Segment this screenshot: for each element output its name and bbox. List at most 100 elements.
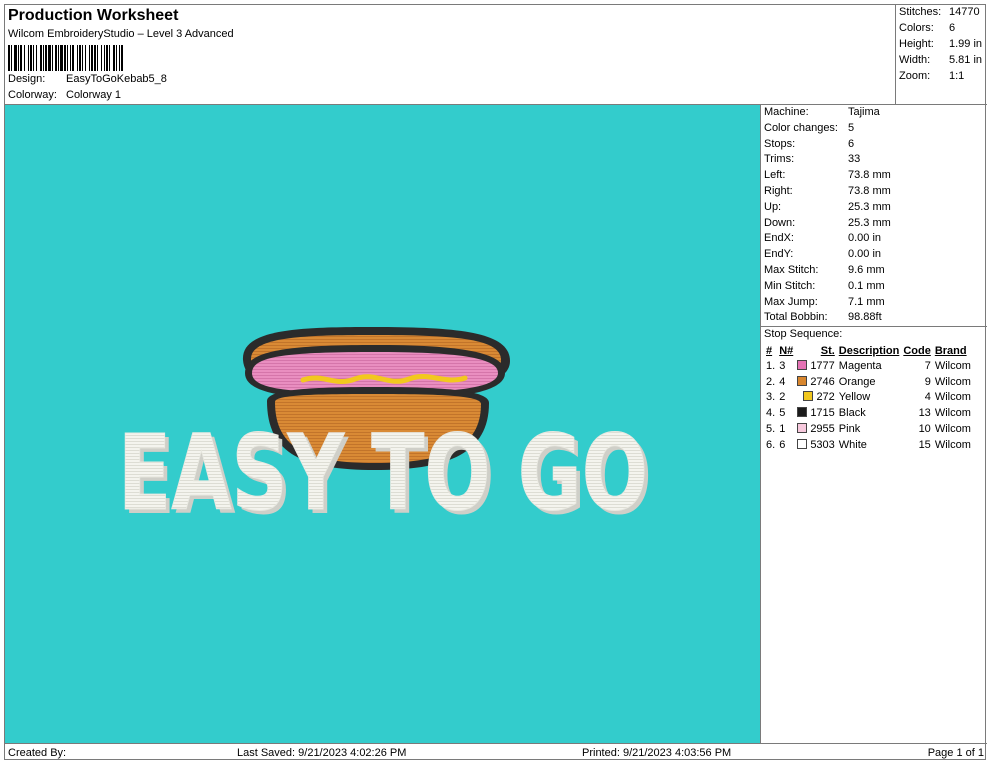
machine-info-label: Left: xyxy=(764,169,786,182)
stat-width-label: Width: xyxy=(899,54,931,66)
machine-info-row: Machine: Tajima xyxy=(764,106,880,118)
row-stitches-cell: 1777 xyxy=(795,358,837,374)
machine-info-label: Machine: xyxy=(764,106,809,118)
color-swatch xyxy=(797,359,808,370)
machine-info-value: Tajima xyxy=(848,106,880,118)
row-needle: 6 xyxy=(779,438,786,451)
page-number: Page 1 of 1 xyxy=(927,747,984,759)
machine-info-label: Min Stitch: xyxy=(764,279,816,292)
colorway-row: Colorway: Colorway 1 xyxy=(8,89,121,101)
machine-info-value: 73.8 mm xyxy=(848,185,891,197)
embroidery-design-artwork: EASY TO GO EASY TO GO xyxy=(118,327,653,539)
row-brand: Wilcom xyxy=(934,407,971,420)
row-needle: 3 xyxy=(779,359,786,372)
machine-info-row: EndX: 0.00 in xyxy=(764,232,881,244)
row-brand: Wilcom xyxy=(934,438,971,451)
colorway-label: Colorway: xyxy=(8,89,57,101)
row-stitches-cell: 5303 xyxy=(795,437,837,453)
stat-stitches-label: Stitches: xyxy=(899,6,942,18)
machine-info-panel: Machine: Tajima Color changes: 5 Stops: 6 Trim… xyxy=(761,105,987,743)
row-stitches-cell: 1715 xyxy=(795,405,837,421)
row-num: 2. xyxy=(766,375,776,388)
machine-info-value: 5 xyxy=(848,121,855,134)
design-value: EasyToGoKebab5_8 xyxy=(66,73,167,85)
row-stitches-cell: 2955 xyxy=(795,421,837,437)
row-num: 5. xyxy=(766,423,776,436)
table-row: 4. 5 1715 Black 13 Wilcom xyxy=(764,405,973,421)
machine-info-label: Max Jump: xyxy=(764,295,818,308)
design-row: Design: EasyToGoKebab5_8 xyxy=(8,73,167,85)
machine-info-label: Trims: xyxy=(764,153,795,166)
machine-info-value: 25.3 mm xyxy=(848,216,891,229)
machine-info-value: 33 xyxy=(848,153,861,166)
row-stitches: 1777 xyxy=(810,359,835,372)
row-brand: Wilcom xyxy=(934,359,971,372)
row-needle: 5 xyxy=(779,407,786,420)
stop-sequence-title: Stop Sequence: xyxy=(764,328,843,340)
machine-info-value: 0.1 mm xyxy=(848,279,885,292)
stat-zoom-label: Zoom: xyxy=(899,70,931,82)
row-num: 3. xyxy=(766,391,776,404)
row-needle: 1 xyxy=(779,423,786,436)
row-brand: Wilcom xyxy=(934,391,971,404)
easy-to-go-text: EASY TO GO EASY TO GO xyxy=(118,412,653,539)
svg-text:EASY TO GO: EASY TO GO xyxy=(118,412,648,534)
color-swatch xyxy=(797,407,808,418)
stat-zoom: Zoom: 1:1 xyxy=(899,70,964,82)
row-code: 10 xyxy=(918,423,931,436)
stop-sequence-header: # N# St. Description Code Brand xyxy=(764,343,973,358)
col-needle: N# xyxy=(779,344,794,357)
table-row: 5. 1 2955 Pink 10 Wilcom xyxy=(764,421,973,437)
row-needle: 2 xyxy=(779,391,786,404)
row-description: Black xyxy=(838,407,866,420)
machine-info-row: Total Bobbin: 98.88ft xyxy=(764,311,882,323)
machine-info-value: 9.6 mm xyxy=(848,264,885,276)
machine-info-value: 0.00 in xyxy=(848,248,882,261)
machine-info-label: Right: xyxy=(764,185,793,197)
machine-info-row: Max Jump: 7.1 mm xyxy=(764,296,885,308)
machine-info-row: Trims: 33 xyxy=(764,153,860,165)
stat-height-label: Height: xyxy=(899,38,934,50)
colorway-value: Colorway 1 xyxy=(66,89,122,101)
machine-info-label: Stops: xyxy=(764,137,796,150)
barcode-image xyxy=(8,45,234,71)
stat-zoom-value: 1:1 xyxy=(949,70,965,82)
machine-info-value: 98.88ft xyxy=(848,311,882,324)
machine-info-value: 73.8 mm xyxy=(848,169,891,182)
info-divider xyxy=(761,326,987,327)
machine-info-row: Color changes: 5 xyxy=(764,122,854,134)
row-description: White xyxy=(838,438,867,451)
row-stitches-cell: 272 xyxy=(795,390,837,406)
row-code: 15 xyxy=(918,438,931,451)
row-code: 9 xyxy=(924,375,931,388)
table-row: 2. 4 2746 Orange 9 Wilcom xyxy=(764,374,973,390)
machine-info-row: Left: 73.8 mm xyxy=(764,169,891,181)
machine-info-value: 0.00 in xyxy=(848,232,882,245)
machine-info-label: Down: xyxy=(764,216,796,229)
machine-info-value: 6 xyxy=(848,137,855,150)
table-row: 1. 3 1777 Magenta 7 Wilcom xyxy=(764,358,973,374)
stat-stitches: Stitches: 14770 xyxy=(899,6,980,18)
row-needle: 4 xyxy=(779,375,786,388)
col-code: Code xyxy=(903,344,931,357)
row-code: 13 xyxy=(918,407,931,420)
table-row: 3. 2 272 Yellow 4 Wilcom xyxy=(764,390,973,406)
col-brand: Brand xyxy=(934,344,967,357)
machine-info-label: Up: xyxy=(764,200,782,213)
machine-info-label: EndY: xyxy=(764,248,794,261)
row-description: Magenta xyxy=(838,359,882,372)
worksheet-footer: Created By: Last Saved: 9/21/2023 4:02:2… xyxy=(5,743,987,761)
color-swatch xyxy=(803,391,814,402)
machine-info-label: Total Bobbin: xyxy=(764,311,828,324)
stat-colors: Colors: 6 xyxy=(899,22,955,34)
machine-info-row: EndY: 0.00 in xyxy=(764,248,881,260)
col-description: Description xyxy=(838,344,900,357)
row-code: 4 xyxy=(924,391,931,404)
stat-stitches-value: 14770 xyxy=(949,6,980,18)
design-stats: Stitches: 14770 Colors: 6 Height: 1.99 in W… xyxy=(895,5,987,105)
printed-date: Printed: 9/21/2023 4:03:56 PM xyxy=(582,747,732,759)
table-row: 6. 6 5303 White 15 Wilcom xyxy=(764,437,973,453)
page-title: Production Worksheet xyxy=(8,7,179,24)
machine-info-value: 7.1 mm xyxy=(848,295,885,308)
row-stitches: 272 xyxy=(816,391,835,404)
